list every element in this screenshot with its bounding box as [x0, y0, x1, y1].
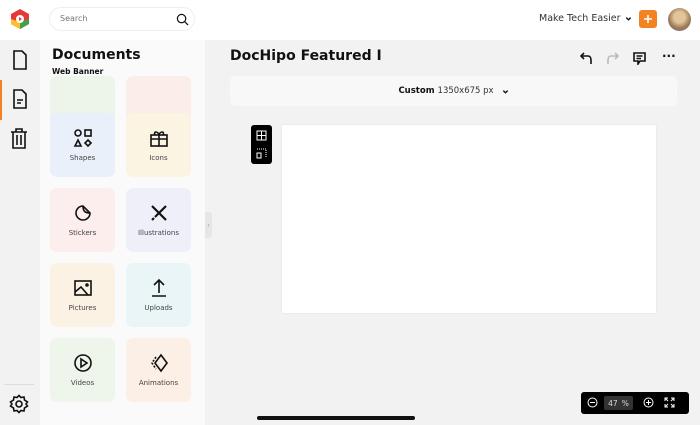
picture-icon — [73, 280, 92, 296]
more-options-icon[interactable]: ··· — [662, 49, 676, 63]
zoom-in-icon[interactable] — [643, 397, 654, 408]
size-preset: Custom — [398, 86, 435, 96]
plus-icon — [644, 15, 652, 23]
redo-icon[interactable] — [606, 52, 619, 65]
sticker-icon — [74, 205, 91, 221]
settings-gear-icon[interactable] — [9, 394, 29, 414]
zoom-controls: 47% — [581, 392, 689, 414]
undo-icon[interactable] — [580, 52, 593, 65]
left-rail — [0, 40, 40, 425]
documents-panel: Documents Web Banner Shapes Icons Sticke… — [40, 40, 205, 425]
tile-uploads[interactable]: Uploads — [126, 263, 191, 327]
page-icon[interactable] — [11, 89, 29, 109]
tile-illustrations[interactable]: Illustrations — [126, 188, 191, 252]
canvas-toolstrip — [251, 125, 272, 164]
chevron-down-icon — [502, 89, 508, 94]
fullscreen-icon[interactable] — [664, 397, 675, 408]
tile-animations[interactable]: Animations — [126, 338, 191, 402]
panel-title: Documents — [52, 47, 141, 63]
select-area-icon[interactable] — [256, 148, 267, 159]
trash-icon[interactable] — [10, 128, 28, 149]
illustration-pen-icon — [150, 205, 167, 221]
zoom-out-icon[interactable] — [587, 397, 598, 408]
active-indicator — [0, 80, 2, 120]
avatar[interactable] — [668, 8, 691, 31]
comment-icon[interactable] — [633, 52, 646, 65]
app-logo[interactable] — [9, 8, 31, 30]
search-icon[interactable] — [176, 13, 189, 26]
tile-stickers[interactable]: Stickers — [50, 188, 115, 252]
top-bar: Make Tech Easier — [0, 0, 700, 40]
create-button[interactable] — [639, 10, 657, 28]
gift-icon — [149, 131, 168, 147]
tile-pictures[interactable]: Pictures — [50, 263, 115, 327]
chevron-down-icon — [625, 17, 631, 21]
divider — [4, 384, 34, 385]
collapse-panel-handle[interactable]: ‹ — [205, 212, 212, 238]
upload-icon — [151, 278, 166, 297]
animation-icon — [150, 353, 168, 373]
document-title[interactable]: DocHipo Featured I — [230, 48, 382, 64]
tile-videos[interactable]: Videos — [50, 338, 115, 402]
search-input[interactable] — [60, 14, 160, 23]
tile-shapes[interactable]: Shapes — [50, 113, 115, 177]
document-icon[interactable] — [11, 50, 29, 70]
panel-subtitle: Web Banner — [52, 67, 104, 76]
design-canvas[interactable] — [282, 125, 656, 313]
zoom-level[interactable]: 47% — [604, 396, 633, 410]
shapes-icon — [73, 129, 92, 148]
tile-icons[interactable]: Icons — [126, 113, 191, 177]
search-box[interactable] — [49, 7, 195, 31]
workspace-selector[interactable]: Make Tech Easier — [539, 13, 632, 24]
workspace-name: Make Tech Easier — [539, 13, 621, 24]
home-indicator — [257, 416, 415, 420]
play-icon — [73, 354, 92, 372]
size-selector[interactable]: Custom 1350x675 px — [230, 76, 677, 106]
grid-icon[interactable] — [256, 130, 267, 141]
size-value: 1350x675 px — [437, 86, 494, 96]
